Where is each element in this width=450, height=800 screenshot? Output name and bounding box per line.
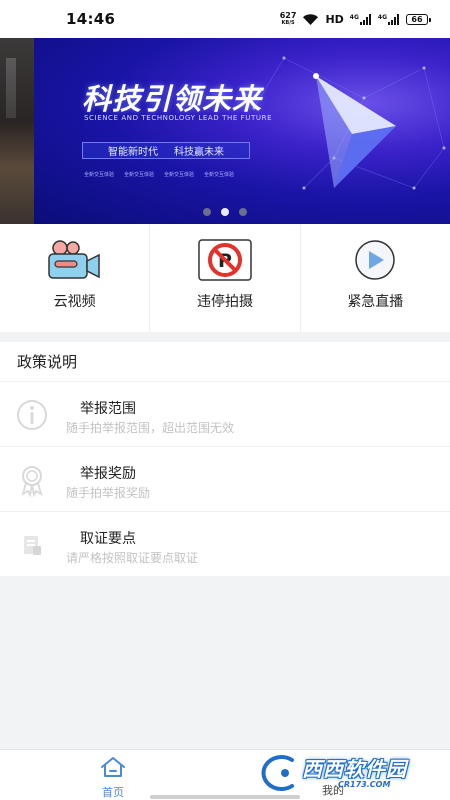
policy-item-title: 举报范围 — [80, 401, 136, 417]
hd-label: HD — [325, 12, 344, 26]
banner-mini-label: 全新交互体验 — [204, 172, 235, 178]
banner-tagline: 智能新时代 科技赢未来 — [82, 142, 250, 159]
banner-tag-left: 智能新时代 — [108, 147, 158, 158]
no-parking-icon: P — [196, 238, 254, 282]
status-bar: 14:46 627 KB/S HD 4G 4G 66 — [0, 0, 450, 38]
banner-subtitle: SCIENCE AND TECHNOLOGY LEAD THE FUTURE — [84, 114, 273, 122]
cloud-video-label: 云视频 — [53, 294, 96, 310]
wifi-icon — [302, 13, 319, 26]
banner-prev-slide-edge — [0, 38, 34, 224]
status-time: 14:46 — [66, 10, 116, 28]
carousel-dot[interactable] — [203, 208, 211, 216]
watermark-url: CR173.COM — [338, 779, 391, 789]
signal-icon-2: 4G — [377, 13, 400, 25]
banner-slide[interactable] — [34, 38, 450, 224]
parking-violation-label: 违停拍摄 — [196, 294, 253, 310]
home-indicator — [150, 795, 300, 799]
network-speed: 627 KB/S — [279, 11, 297, 27]
network-speed-value: 627 — [279, 11, 297, 20]
banner-tag-right: 科技赢未来 — [174, 147, 224, 158]
signal-label-1: 4G — [349, 13, 359, 21]
parking-violation-button[interactable]: P 违停拍摄 — [150, 224, 301, 332]
policy-heading: 政策说明 — [0, 342, 450, 382]
policy-item-evidence-tips[interactable]: 取证要点 请严格按照取证要点取证 — [0, 512, 450, 577]
carousel-dot[interactable] — [239, 208, 247, 216]
policy-item-desc: 随手拍举报奖励 — [66, 486, 151, 500]
camera-icon — [46, 238, 104, 282]
info-icon — [14, 397, 50, 433]
policy-item-report-scope[interactable]: 举报范围 随手拍举报范围，超出范围无效 — [0, 382, 450, 447]
nav-home-tab[interactable]: 首页 — [86, 756, 140, 800]
network-speed-unit: KB/S — [281, 20, 295, 26]
policy-item-report-reward[interactable]: 举报奖励 随手拍举报奖励 — [0, 447, 450, 512]
cloud-video-button[interactable]: 云视频 — [0, 224, 151, 332]
banner-mini-label: 全新交互体验 — [84, 172, 115, 178]
policy-section: 政策说明 举报范围 随手拍举报范围，超出范围无效 举报奖励 随手拍举报奖励 取证… — [0, 342, 450, 576]
battery-icon: 66 — [406, 13, 431, 25]
watermark-emblem — [252, 752, 300, 794]
emergency-live-label: 紧急直播 — [347, 294, 404, 310]
award-icon — [14, 462, 50, 498]
home-icon — [99, 756, 127, 782]
banner-title: 科技引领未来 — [82, 82, 263, 116]
carousel-dot-active[interactable] — [221, 208, 229, 216]
policy-item-desc: 请严格按照取证要点取证 — [66, 551, 199, 565]
banner-mini-label: 全新交互体验 — [164, 172, 195, 178]
watermark-text-group: 西西软件园 CR173.COM — [302, 758, 407, 789]
policy-item-title: 举报奖励 — [80, 466, 136, 482]
battery-level: 66 — [411, 14, 423, 24]
banner-graphic — [252, 56, 446, 190]
banner-carousel[interactable]: 科技引领未来 SCIENCE AND TECHNOLOGY LEAD THE F… — [0, 38, 450, 224]
quick-actions: 云视频 P 违停拍摄 紧急直播 — [0, 224, 450, 332]
watermark-logo: 西西软件园 CR173.COM — [252, 752, 438, 794]
carousel-indicators — [0, 208, 450, 216]
watermark-text: 西西软件园 — [302, 756, 407, 781]
policy-item-desc: 随手拍举报范围，超出范围无效 — [66, 421, 235, 435]
play-icon — [346, 238, 404, 282]
document-icon — [14, 527, 50, 563]
emergency-live-button[interactable]: 紧急直播 — [301, 224, 450, 332]
status-icons: 627 KB/S HD 4G 4G 66 — [279, 11, 431, 27]
signal-icon-1: 4G — [349, 13, 372, 25]
banner-mini-label: 全新交互体验 — [124, 172, 155, 178]
policy-item-title: 取证要点 — [80, 531, 136, 547]
nav-home-label: 首页 — [102, 786, 124, 799]
banner-mini-labels: 全新交互体验 全新交互体验 全新交互体验 全新交互体验 — [84, 171, 234, 178]
signal-label-2: 4G — [377, 13, 387, 21]
